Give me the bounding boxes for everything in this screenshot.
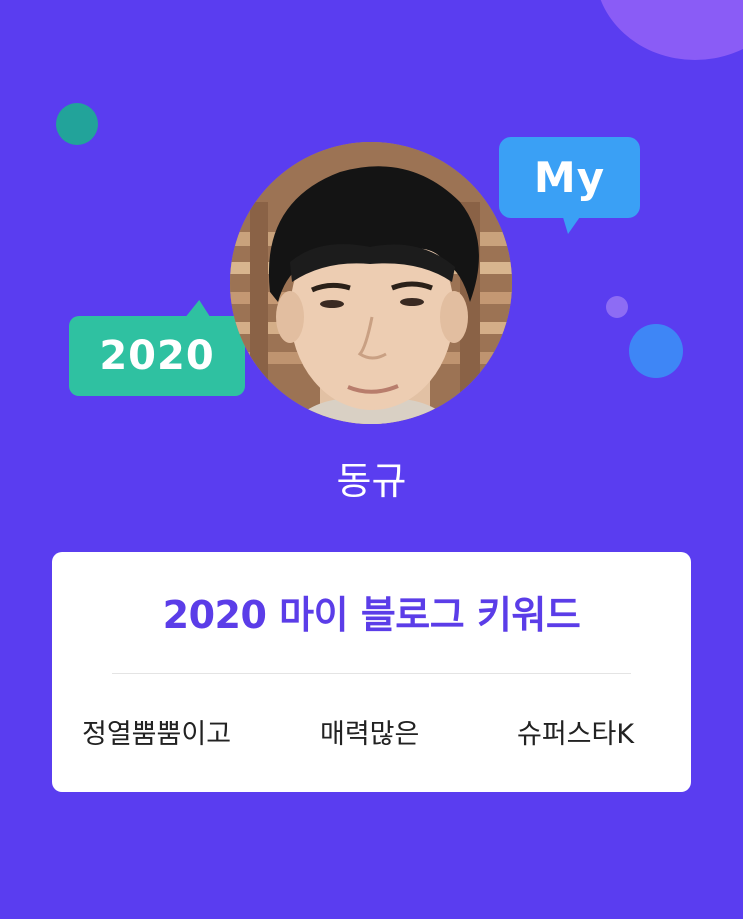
profile-avatar	[230, 142, 512, 424]
decorative-circle-small-purple	[606, 296, 628, 318]
keyword-item: 정열뿜뿜이고	[82, 719, 232, 750]
keyword-card: 2020 마이 블로그 키워드 정열뿜뿜이고 매력많은 슈퍼스타K	[52, 552, 691, 792]
card-divider	[112, 673, 631, 674]
keyword-item: 슈퍼스타K	[517, 719, 635, 750]
keyword-item: 매력많은	[320, 719, 420, 750]
keyword-list: 정열뿜뿜이고 매력많은 슈퍼스타K	[52, 712, 691, 752]
blog-keyword-screen: My 2020 동규 2020 마이 블로그 키워드 정열뿜뿜이고 매력많은 슈…	[0, 0, 743, 919]
decorative-circle-teal	[56, 103, 98, 145]
my-bubble-label: My	[533, 153, 606, 202]
year-speech-bubble: 2020	[69, 316, 245, 396]
decorative-circle-top-right	[595, 0, 743, 60]
my-speech-bubble: My	[499, 137, 640, 218]
year-bubble-label: 2020	[99, 333, 215, 379]
avatar-portrait-image	[230, 142, 512, 424]
card-title: 2020 마이 블로그 키워드	[162, 593, 581, 637]
decorative-circle-blue	[629, 324, 683, 378]
profile-name: 동규	[336, 459, 407, 503]
